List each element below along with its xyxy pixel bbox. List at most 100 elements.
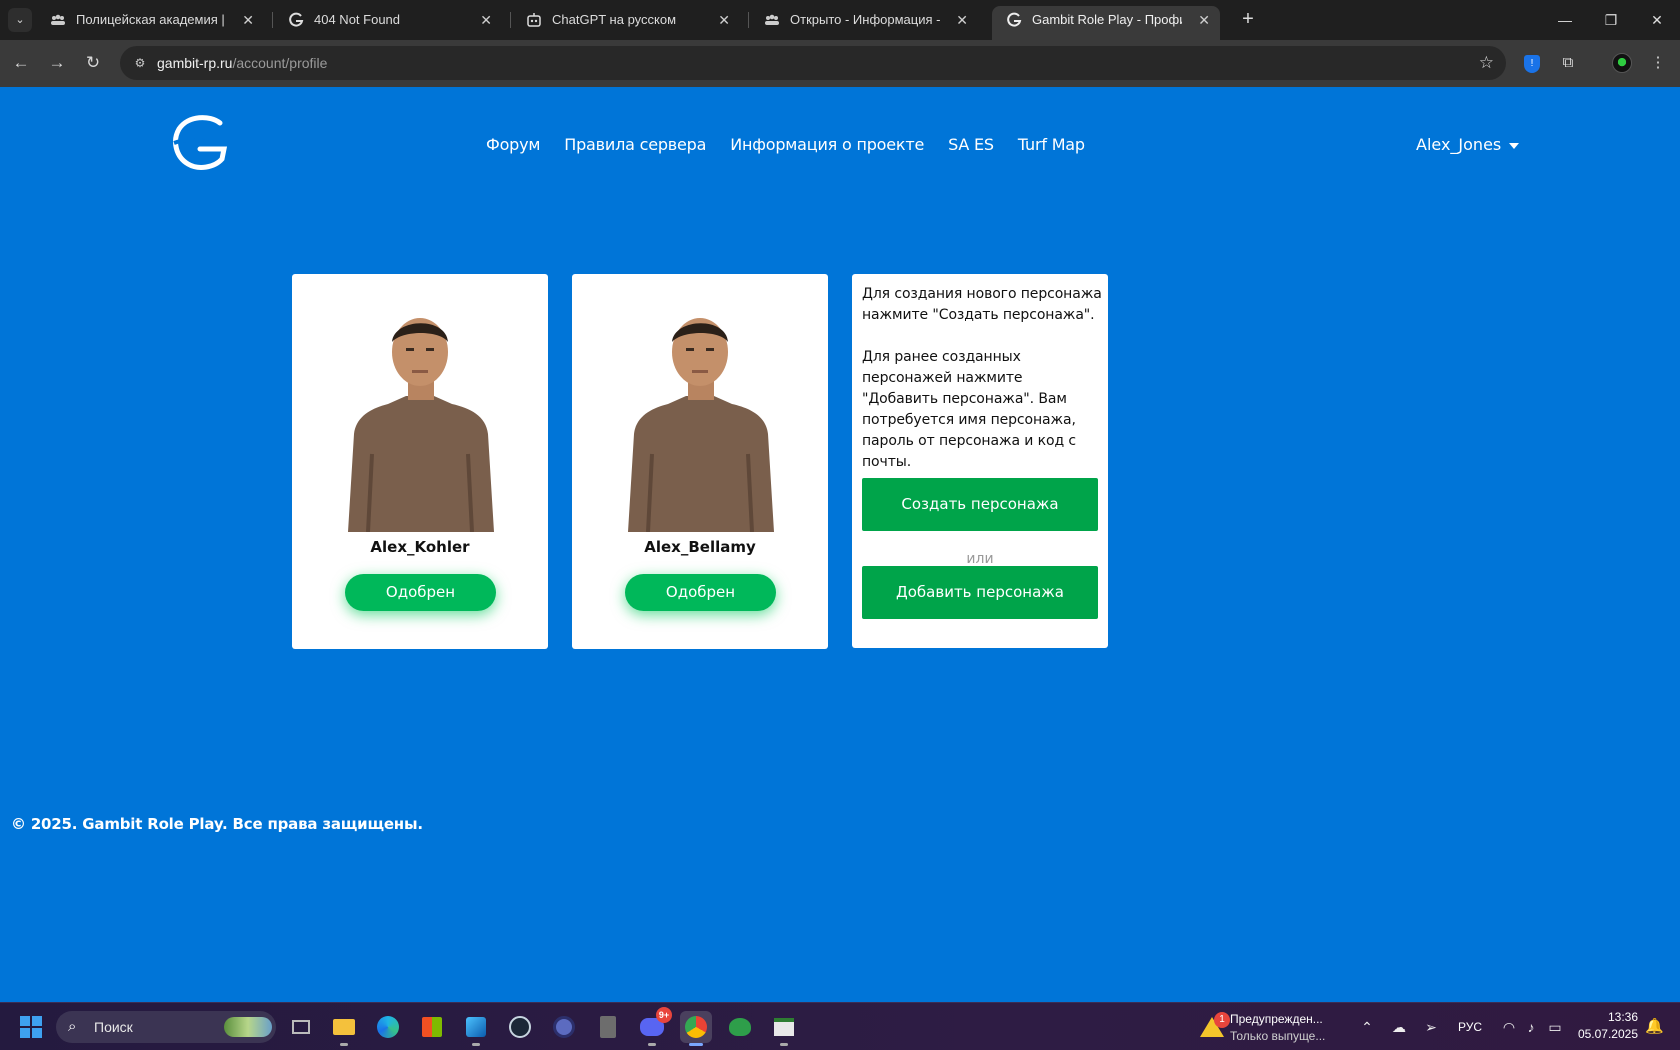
add-character-button[interactable]: Добавить персонажа bbox=[862, 566, 1098, 619]
tab-chatgpt[interactable]: ChatGPT на русском ✕ bbox=[512, 6, 740, 34]
app-window-icon[interactable] bbox=[768, 1011, 800, 1046]
notification-bell-icon[interactable]: 🔔 bbox=[1645, 1015, 1664, 1039]
profile-avatar[interactable] bbox=[1612, 53, 1632, 73]
nav-project-info[interactable]: Информация о проекте bbox=[730, 135, 924, 154]
taskbar-search[interactable]: ⌕ Поиск bbox=[56, 1011, 276, 1043]
discord-icon[interactable]: 9+ bbox=[636, 1007, 672, 1046]
url-host: gambit-rp.ru bbox=[157, 55, 233, 71]
user-menu[interactable]: Alex_Jones bbox=[1416, 135, 1520, 154]
new-tab-button[interactable]: + bbox=[1234, 6, 1262, 34]
wifi-icon[interactable]: ◠ bbox=[1498, 1015, 1520, 1039]
tab-title: Открыто - Информация - Пол bbox=[790, 12, 940, 27]
character-card: Alex_Kohler Одобрен bbox=[292, 274, 548, 649]
gambit-logo-icon bbox=[1007, 12, 1022, 27]
community-icon bbox=[765, 14, 779, 25]
instruction-add: Для ранее созданных персонажей нажмите "… bbox=[862, 349, 1076, 470]
windows-start-icon[interactable] bbox=[20, 1016, 42, 1038]
steam-icon[interactable] bbox=[504, 1011, 536, 1043]
tab-title: Полицейская академия | San A bbox=[76, 12, 226, 27]
tab-search-chevron-icon[interactable]: ⌄ bbox=[8, 8, 32, 32]
game-launcher-icon[interactable] bbox=[724, 1011, 756, 1043]
main-navigation: Форум Правила сервера Информация о проек… bbox=[486, 135, 1085, 154]
tab-404[interactable]: 404 Not Found ✕ bbox=[274, 6, 502, 34]
username: Alex_Jones bbox=[1416, 135, 1502, 154]
footer-copyright: © 2025. Gambit Role Play. Все права защи… bbox=[11, 815, 423, 833]
app-circle-icon[interactable] bbox=[548, 1011, 580, 1043]
caret-down-icon bbox=[1509, 142, 1520, 149]
chrome-icon[interactable] bbox=[680, 1011, 712, 1046]
minimize-button[interactable]: — bbox=[1542, 0, 1588, 40]
restore-button[interactable]: ❐ bbox=[1588, 0, 1634, 40]
tab-divider bbox=[272, 12, 273, 28]
tab-close-icon[interactable]: ✕ bbox=[956, 6, 968, 34]
tab-title: Gambit Role Play - Профиль UC bbox=[1032, 12, 1182, 27]
character-card: Alex_Bellamy Одобрен bbox=[572, 274, 828, 649]
address-bar[interactable]: ⚙ gambit-rp.ru/account/profile ☆ bbox=[120, 46, 1506, 80]
browser-toolbar: ← → ↻ ⚙ gambit-rp.ru/account/profile ☆ !… bbox=[0, 40, 1680, 87]
battery-icon[interactable]: ▭ bbox=[1544, 1015, 1566, 1039]
discord-badge: 9+ bbox=[656, 1007, 672, 1023]
character-name: Alex_Kohler bbox=[370, 538, 470, 556]
browser-tab-strip: ⌄ Полицейская академия | San A ✕ 404 Not… bbox=[0, 0, 1680, 40]
site-settings-icon[interactable]: ⚙ bbox=[130, 53, 150, 73]
tab-police-academy[interactable]: Полицейская академия | San A ✕ bbox=[36, 6, 264, 34]
volume-icon[interactable]: ♪ bbox=[1520, 1015, 1542, 1039]
microsoft-store-icon[interactable] bbox=[416, 1011, 448, 1043]
nav-sa-es[interactable]: SA ES bbox=[948, 135, 994, 154]
edge-browser-icon[interactable] bbox=[372, 1011, 404, 1043]
bitwarden-shield-icon[interactable]: ! bbox=[1524, 55, 1540, 73]
tab-close-icon[interactable]: ✕ bbox=[242, 6, 254, 34]
location-arrow-icon[interactable]: ➢ bbox=[1420, 1015, 1442, 1039]
browser-menu-icon[interactable]: ⋮ bbox=[1646, 51, 1670, 75]
character-name: Alex_Bellamy bbox=[644, 538, 756, 556]
status-badge[interactable]: Одобрен bbox=[625, 574, 776, 611]
photos-icon[interactable] bbox=[460, 1011, 492, 1046]
status-badge[interactable]: Одобрен bbox=[345, 574, 496, 611]
url-path: /account/profile bbox=[232, 55, 328, 71]
extensions-puzzle-icon[interactable]: ⧉ bbox=[1556, 51, 1580, 75]
task-view-icon[interactable] bbox=[285, 1011, 317, 1043]
reload-icon[interactable]: ↻ bbox=[80, 50, 106, 76]
notification-title: Предупрежден... bbox=[1230, 1012, 1323, 1026]
search-icon: ⌕ bbox=[68, 1018, 77, 1035]
onedrive-cloud-icon[interactable]: ☁ bbox=[1388, 1015, 1410, 1039]
nav-forum[interactable]: Форум bbox=[486, 135, 540, 154]
clock-time: 13:36 bbox=[1607, 1010, 1638, 1024]
windows-taskbar: ⌕ Поиск 9+ 1 Предупрежден... Только выпу… bbox=[0, 1002, 1680, 1050]
or-divider: или bbox=[966, 551, 994, 567]
calculator-icon[interactable] bbox=[592, 1011, 624, 1043]
notification-subtitle: Только выпуще... bbox=[1230, 1029, 1326, 1043]
tab-gambit-profile[interactable]: Gambit Role Play - Профиль UC ✕ bbox=[992, 6, 1220, 40]
tab-title: 404 Not Found bbox=[314, 12, 401, 27]
nav-turf-map[interactable]: Turf Map bbox=[1018, 135, 1085, 154]
tab-close-icon[interactable]: ✕ bbox=[718, 6, 730, 34]
gambit-logo-icon bbox=[289, 12, 304, 27]
tab-close-icon[interactable]: ✕ bbox=[1198, 6, 1210, 34]
gambit-page: Форум Правила сервера Информация о проек… bbox=[0, 87, 1680, 1002]
close-window-button[interactable]: ✕ bbox=[1634, 0, 1680, 40]
tab-divider bbox=[748, 12, 749, 28]
system-clock[interactable]: 13:36 05.07.2025 bbox=[1572, 1009, 1638, 1043]
tray-overflow-chevron-icon[interactable]: ⌃ bbox=[1356, 1015, 1378, 1039]
instructions-text: Для создания нового персонажа нажмите "С… bbox=[862, 284, 1102, 473]
character-actions-card: Для создания нового персонажа нажмите "С… bbox=[852, 274, 1108, 648]
gambit-logo[interactable] bbox=[170, 113, 230, 171]
nav-server-rules[interactable]: Правила сервера bbox=[564, 135, 706, 154]
search-highlight-image bbox=[224, 1017, 272, 1037]
character-portrait bbox=[348, 318, 494, 532]
create-character-button[interactable]: Создать персонажа bbox=[862, 478, 1098, 531]
language-indicator[interactable]: РУС bbox=[1458, 1015, 1482, 1039]
search-placeholder: Поиск bbox=[94, 1019, 133, 1035]
clock-date: 05.07.2025 bbox=[1577, 1027, 1638, 1041]
url-text[interactable]: gambit-rp.ru/account/profile bbox=[157, 46, 327, 80]
tab-close-icon[interactable]: ✕ bbox=[480, 6, 492, 34]
file-explorer-icon[interactable] bbox=[328, 1011, 360, 1046]
bookmark-star-icon[interactable]: ☆ bbox=[1479, 46, 1494, 80]
notification-widget[interactable]: 1 Предупрежден... Только выпуще... bbox=[1196, 1007, 1336, 1047]
tab-info-open[interactable]: Открыто - Информация - Пол ✕ bbox=[750, 6, 978, 34]
instruction-create: Для создания нового персонажа нажмите "С… bbox=[862, 286, 1102, 323]
robot-icon bbox=[527, 13, 541, 27]
back-arrow-icon[interactable]: ← bbox=[8, 50, 34, 76]
community-icon bbox=[51, 14, 65, 25]
forward-arrow-icon[interactable]: → bbox=[44, 50, 70, 76]
